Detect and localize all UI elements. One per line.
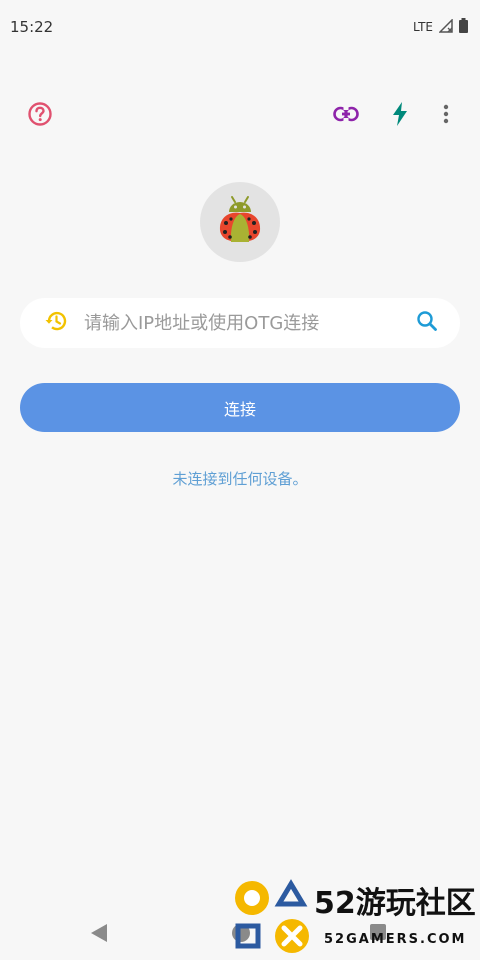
flash-icon bbox=[391, 102, 409, 130]
status-bar: 15:22 LTE bbox=[0, 0, 480, 54]
watermark-subtitle: 52GAMERS.COM bbox=[324, 932, 467, 947]
signal-icon bbox=[438, 17, 453, 36]
address-search-box bbox=[20, 298, 460, 348]
link-button[interactable] bbox=[324, 92, 368, 140]
watermark-title: 52游玩社区 bbox=[314, 886, 476, 921]
status-icons: LTE bbox=[413, 17, 468, 36]
ladybug-android-icon bbox=[210, 190, 270, 254]
search-button[interactable] bbox=[402, 298, 452, 348]
connection-status-text: 未连接到任何设备。 bbox=[172, 470, 308, 488]
search-icon bbox=[416, 310, 438, 336]
app-logo bbox=[200, 182, 280, 262]
link-icon bbox=[333, 106, 359, 126]
watermark-logo: 52游玩社区 52GAMERS.COM bbox=[230, 876, 480, 956]
help-icon bbox=[27, 101, 53, 131]
network-type-label: LTE bbox=[413, 20, 433, 34]
history-button[interactable] bbox=[34, 298, 78, 348]
help-button[interactable] bbox=[18, 92, 62, 140]
battery-icon bbox=[459, 18, 468, 36]
more-options-button[interactable] bbox=[424, 92, 468, 140]
toolbar bbox=[0, 92, 480, 140]
address-input[interactable] bbox=[78, 312, 402, 334]
flash-button[interactable] bbox=[378, 92, 422, 140]
nav-back-icon[interactable] bbox=[90, 923, 108, 947]
connect-button[interactable]: 连接 bbox=[20, 383, 460, 432]
status-time: 15:22 bbox=[10, 18, 54, 36]
history-icon bbox=[44, 309, 68, 337]
watermark-shapes-icon bbox=[235, 879, 309, 953]
more-vert-icon bbox=[443, 104, 449, 128]
